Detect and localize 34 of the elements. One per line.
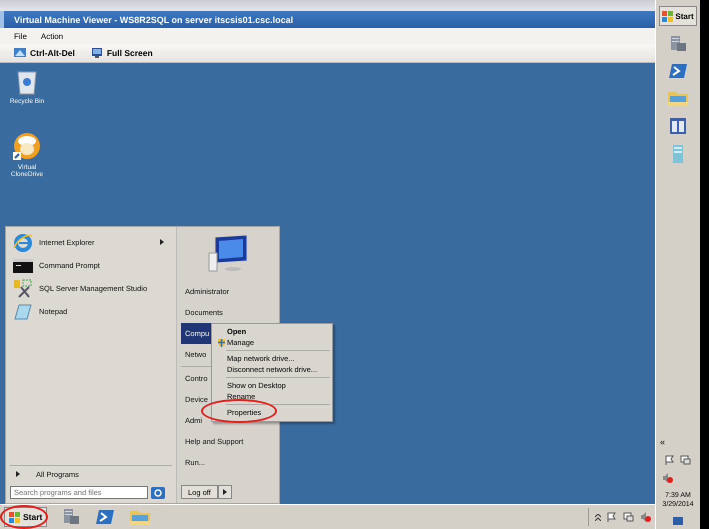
flag-icon[interactable] — [607, 512, 617, 522]
shield-icon — [217, 338, 226, 347]
flag-icon[interactable] — [665, 454, 675, 465]
toolbar-button[interactable]: Ctrl-Alt-Del — [30, 48, 75, 58]
server-icon[interactable] — [61, 507, 82, 527]
menu-item[interactable]: Action — [40, 32, 64, 40]
server-icon[interactable] — [668, 34, 688, 54]
arrow-icon — [222, 488, 227, 494]
shutdown-options-button[interactable] — [218, 485, 232, 499]
windows-logo-icon — [662, 10, 674, 22]
speaker-muted-icon[interactable] — [640, 512, 651, 522]
browser-e-icon — [13, 234, 33, 252]
powershell-icon[interactable] — [95, 508, 116, 526]
recycle-bin-icon[interactable] — [16, 69, 38, 95]
network-icon[interactable] — [623, 512, 634, 522]
terminal-icon — [13, 258, 33, 272]
search-icon[interactable] — [151, 486, 165, 498]
start-button[interactable]: Start — [4, 507, 48, 527]
start-button[interactable]: Start — [659, 6, 697, 26]
network-icon[interactable] — [680, 454, 691, 465]
annotation-circle — [0, 505, 48, 529]
windows-logo-icon — [9, 512, 21, 522]
window-title: Virtual Machine Viewer - WS8R2SQL on server itscsis01.csc.local — [0, 11, 655, 28]
submenu-arrow-icon — [160, 238, 164, 244]
monitor-icon — [90, 48, 103, 58]
monitor-icon — [14, 48, 26, 58]
toolbar-button[interactable]: Full Screen — [106, 48, 153, 58]
powershell-icon[interactable] — [668, 62, 688, 80]
speaker-muted-icon[interactable] — [662, 472, 673, 483]
menu-item[interactable]: File — [14, 32, 27, 40]
arrow-icon — [16, 471, 20, 477]
app-window-icon[interactable] — [668, 116, 688, 136]
expand-tray-button[interactable]: « — [660, 436, 666, 447]
chevron-up-icon[interactable] — [595, 514, 601, 520]
